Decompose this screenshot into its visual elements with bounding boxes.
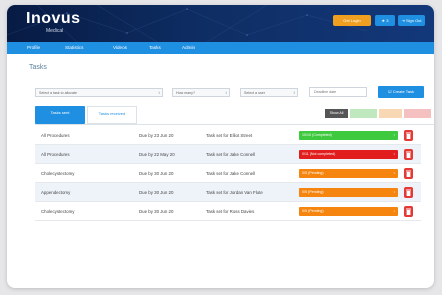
inovus-logo[interactable]: Inovus Medical bbox=[26, 10, 81, 34]
page-title: Tasks bbox=[29, 64, 47, 71]
task-due-date: Due by 22 May 20 bbox=[139, 152, 175, 157]
sign-out-button[interactable]: ⇥ Sign Out bbox=[398, 15, 425, 26]
select-caret-icon: ↕ bbox=[225, 90, 227, 95]
task-status-select[interactable]: 10/10 (Completed) ↕ bbox=[299, 131, 398, 140]
table-row: Cholecystectomy Due by 30 Jun 20 Task se… bbox=[35, 202, 421, 221]
task-status-value: 0/5 (Pending) bbox=[302, 171, 324, 175]
trash-icon bbox=[406, 189, 411, 196]
trash-icon bbox=[406, 208, 411, 215]
tab-divider bbox=[35, 124, 434, 125]
task-procedure: All Procedures bbox=[41, 152, 70, 157]
select-caret-icon: ↕ bbox=[393, 133, 395, 137]
task-status-select[interactable]: 0/11 (Not completed) ↕ bbox=[299, 150, 398, 159]
delete-task-button[interactable] bbox=[404, 187, 413, 198]
trash-icon bbox=[406, 151, 411, 158]
task-assignee-note: Task set for Ross Davies bbox=[206, 209, 255, 214]
task-procedure: All Procedures bbox=[41, 133, 70, 138]
how-many-select-value: How many? bbox=[176, 91, 195, 95]
trash-icon bbox=[406, 170, 411, 177]
delete-task-button[interactable] bbox=[404, 149, 413, 160]
tab-tasks-sent[interactable]: Tasks sent bbox=[35, 106, 85, 124]
delete-task-button[interactable] bbox=[404, 206, 413, 217]
table-row: Cholecystectomy Due by 30 Jun 20 Task se… bbox=[35, 164, 421, 183]
app-window: Inovus Medical Get LogIn ★ 3 ⇥ Sign Out … bbox=[7, 5, 434, 288]
logo-subtext: Medical bbox=[46, 28, 64, 34]
task-status-value: 10/10 (Completed) bbox=[302, 133, 332, 137]
task-status-value: 0/5 (Pending) bbox=[302, 190, 324, 194]
app-header: Inovus Medical Get LogIn ★ 3 ⇥ Sign Out bbox=[7, 5, 434, 42]
task-procedure: Appendectomy bbox=[41, 190, 71, 195]
task-assignee-note: Task set for Jake Connell bbox=[206, 171, 256, 176]
task-status-value: 0/5 (Pending) bbox=[302, 209, 324, 213]
select-caret-icon: ↕ bbox=[393, 171, 395, 175]
select-caret-icon: ↕ bbox=[293, 90, 295, 95]
how-many-select[interactable]: How many? ↕ bbox=[172, 88, 230, 97]
main-navbar: Profile Statistics Videos Tasks Admin bbox=[7, 42, 434, 54]
select-caret-icon: ↕ bbox=[393, 152, 395, 156]
delete-task-button[interactable] bbox=[404, 130, 413, 141]
get-logbook-button[interactable]: Get LogIn bbox=[333, 15, 371, 26]
task-select[interactable]: Select a task to allocate ↕ bbox=[35, 88, 163, 97]
filter-not-completed-button[interactable] bbox=[404, 109, 431, 118]
notifications-badge-button[interactable]: ★ 3 bbox=[375, 15, 395, 26]
create-task-button[interactable]: ☑ Create Task bbox=[378, 86, 424, 98]
task-procedure: Cholecystectomy bbox=[41, 171, 75, 176]
filter-completed-button[interactable] bbox=[350, 109, 377, 118]
task-due-date: Due by 30 Jun 20 bbox=[139, 190, 174, 195]
table-row: All Procedures Due by 23 Jun 20 Task set… bbox=[35, 126, 421, 145]
filter-show-all-button[interactable]: Show All bbox=[325, 109, 348, 118]
task-due-date: Due by 23 Jun 20 bbox=[139, 133, 174, 138]
task-procedure: Cholecystectomy bbox=[41, 209, 75, 214]
task-status-select[interactable]: 0/5 (Pending) ↕ bbox=[299, 207, 398, 216]
table-row: Appendectomy Due by 30 Jun 20 Task set f… bbox=[35, 183, 421, 202]
task-status-value: 0/11 (Not completed) bbox=[302, 152, 336, 156]
task-assignee-note: Task set for Jordan Van Flute bbox=[206, 190, 263, 195]
trash-icon bbox=[406, 132, 411, 139]
filter-pending-button[interactable] bbox=[379, 109, 402, 118]
nav-item-profile[interactable]: Profile bbox=[27, 42, 40, 54]
nav-item-videos[interactable]: Videos bbox=[113, 42, 127, 54]
task-assignee-note: Task set for Elliot Street bbox=[206, 133, 253, 138]
select-caret-icon: ↕ bbox=[393, 190, 395, 194]
delete-task-button[interactable] bbox=[404, 168, 413, 179]
deadline-date-input[interactable] bbox=[309, 87, 367, 97]
nav-item-tasks[interactable]: Tasks bbox=[149, 42, 161, 54]
task-due-date: Due by 30 Jun 20 bbox=[139, 209, 174, 214]
select-caret-icon: ↕ bbox=[393, 209, 395, 213]
task-status-select[interactable]: 0/5 (Pending) ↕ bbox=[299, 188, 398, 197]
user-select-value: Select a user bbox=[244, 91, 265, 95]
task-assignee-note: Task set for Jake Connell bbox=[206, 152, 256, 157]
task-status-select[interactable]: 0/5 (Pending) ↕ bbox=[299, 169, 398, 178]
nav-item-admin[interactable]: Admin bbox=[182, 42, 195, 54]
task-due-date: Due by 30 Jun 20 bbox=[139, 171, 174, 176]
user-select[interactable]: Select a user ↕ bbox=[240, 88, 298, 97]
task-select-value: Select a task to allocate bbox=[39, 91, 77, 95]
tab-tasks-received[interactable]: Tasks received bbox=[87, 106, 137, 124]
select-caret-icon: ↕ bbox=[158, 90, 160, 95]
table-row: All Procedures Due by 22 May 20 Task set… bbox=[35, 145, 421, 164]
logo-text: Inovus bbox=[26, 10, 81, 27]
nav-item-statistics[interactable]: Statistics bbox=[65, 42, 83, 54]
